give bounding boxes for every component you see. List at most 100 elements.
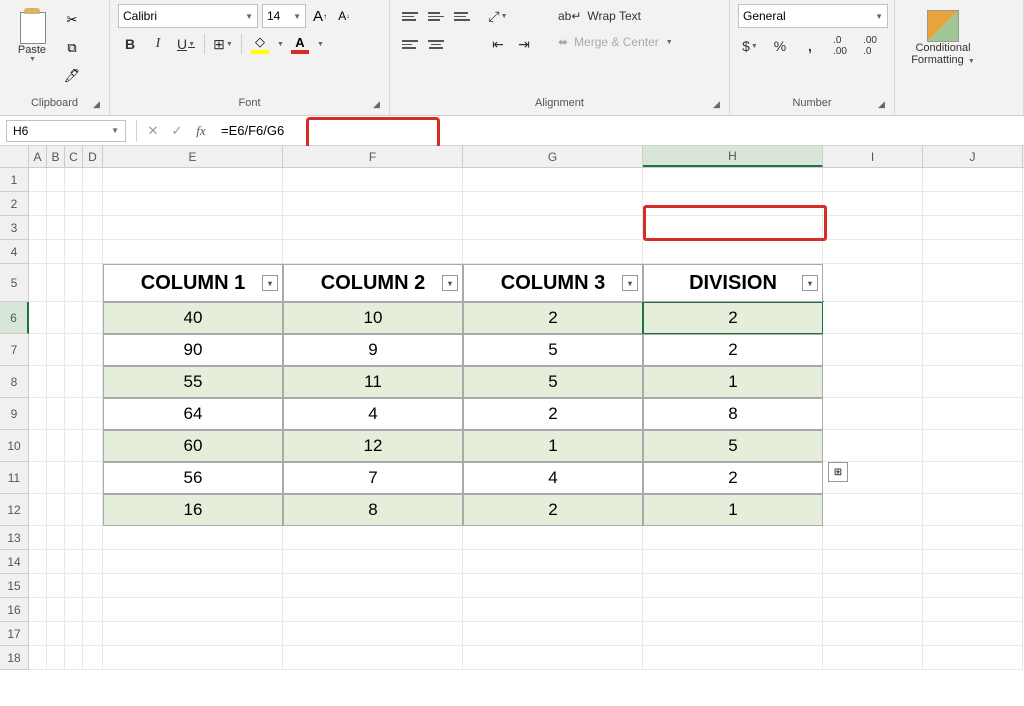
cell[interactable] [29,574,47,598]
cell[interactable] [103,550,283,574]
cell[interactable] [823,598,923,622]
cell[interactable] [103,240,283,264]
cell[interactable] [463,574,643,598]
italic-button[interactable]: I [146,32,170,56]
accept-formula-button[interactable]: ✓ [165,119,189,143]
cell[interactable] [83,366,103,398]
cell[interactable] [283,216,463,240]
cell[interactable] [65,302,83,334]
increase-decimal-button[interactable]: .0.00 [828,34,852,58]
row-header[interactable]: 1 [0,168,29,192]
borders-button[interactable]: ⊞▼ [211,32,235,56]
cell[interactable] [29,366,47,398]
cell[interactable] [83,302,103,334]
cell[interactable] [103,192,283,216]
cell[interactable] [65,598,83,622]
cell[interactable]: 9 [283,334,463,366]
cell[interactable] [823,192,923,216]
cell[interactable] [83,264,103,302]
cell[interactable]: 55 [103,366,283,398]
cell[interactable] [463,526,643,550]
cell[interactable] [823,216,923,240]
cell[interactable] [47,622,65,646]
align-bottom-button[interactable] [450,4,474,28]
cell[interactable] [83,574,103,598]
cell[interactable] [65,366,83,398]
cell[interactable] [643,192,823,216]
cell[interactable] [643,526,823,550]
cell[interactable]: 5 [643,430,823,462]
formula-input[interactable] [213,119,1024,143]
cell[interactable]: 64 [103,398,283,430]
cell[interactable] [47,494,65,526]
increase-indent-button[interactable]: ⇥ [512,32,536,56]
cell[interactable] [643,646,823,670]
col-header[interactable]: F [283,146,463,167]
number-dialog-launcher[interactable]: ◢ [878,99,890,111]
cell[interactable] [47,398,65,430]
bold-button[interactable]: B [118,32,142,56]
cell[interactable] [29,526,47,550]
col-header[interactable]: C [65,146,83,167]
cell[interactable] [65,168,83,192]
row-header[interactable]: 7 [0,334,29,366]
cell[interactable] [923,462,1023,494]
font-size-combo[interactable]: 14 ▼ [262,4,306,28]
row-header[interactable]: 17 [0,622,29,646]
font-dialog-launcher[interactable]: ◢ [373,99,385,111]
cell[interactable] [65,192,83,216]
cell[interactable] [923,240,1023,264]
col-header[interactable]: J [923,146,1023,167]
cell[interactable] [65,622,83,646]
underline-button[interactable]: U▼ [174,32,198,56]
cell[interactable] [923,574,1023,598]
cell[interactable]: 2 [463,302,643,334]
decrease-indent-button[interactable]: ⇤ [486,32,510,56]
row-header[interactable]: 11 [0,462,29,494]
cell[interactable] [47,574,65,598]
cell[interactable] [47,598,65,622]
cell[interactable] [463,598,643,622]
align-top-button[interactable] [398,4,422,28]
cell[interactable] [643,216,823,240]
cell[interactable] [103,526,283,550]
cell[interactable] [823,574,923,598]
fill-color-button[interactable]: ◇ [248,34,272,54]
filter-button[interactable]: ▾ [262,275,278,291]
cell[interactable] [283,168,463,192]
cell[interactable] [47,240,65,264]
cell[interactable] [83,622,103,646]
cell[interactable] [823,622,923,646]
cell[interactable] [103,646,283,670]
fx-button[interactable]: fx [189,119,213,143]
cell[interactable] [823,302,923,334]
cell[interactable]: 5 [463,366,643,398]
col-header[interactable]: A [29,146,47,167]
chevron-down-icon[interactable]: ▼ [277,41,284,48]
font-color-button[interactable]: A [288,35,312,54]
cell[interactable]: 11 [283,366,463,398]
cell[interactable]: COLUMN 3▾ [463,264,643,302]
cell[interactable]: 4 [463,462,643,494]
cell[interactable] [47,526,65,550]
align-left-button[interactable] [398,32,422,56]
cell[interactable]: 2 [463,494,643,526]
cell[interactable] [643,240,823,264]
cell[interactable] [83,216,103,240]
cell[interactable] [463,216,643,240]
cell[interactable] [65,574,83,598]
row-header[interactable]: 2 [0,192,29,216]
filter-button[interactable]: ▾ [802,275,818,291]
cell[interactable] [643,550,823,574]
name-box[interactable]: H6 ▼ [6,120,126,142]
cell[interactable] [643,598,823,622]
cell[interactable] [47,302,65,334]
row-header[interactable]: 6 [0,302,29,334]
cell[interactable]: 8 [643,398,823,430]
cell[interactable]: 7 [283,462,463,494]
number-format-combo[interactable]: General ▼ [738,4,888,28]
cell[interactable]: 2 [643,334,823,366]
format-painter-button[interactable]: 🖊 [62,66,82,86]
cell[interactable] [103,574,283,598]
cell[interactable] [83,398,103,430]
